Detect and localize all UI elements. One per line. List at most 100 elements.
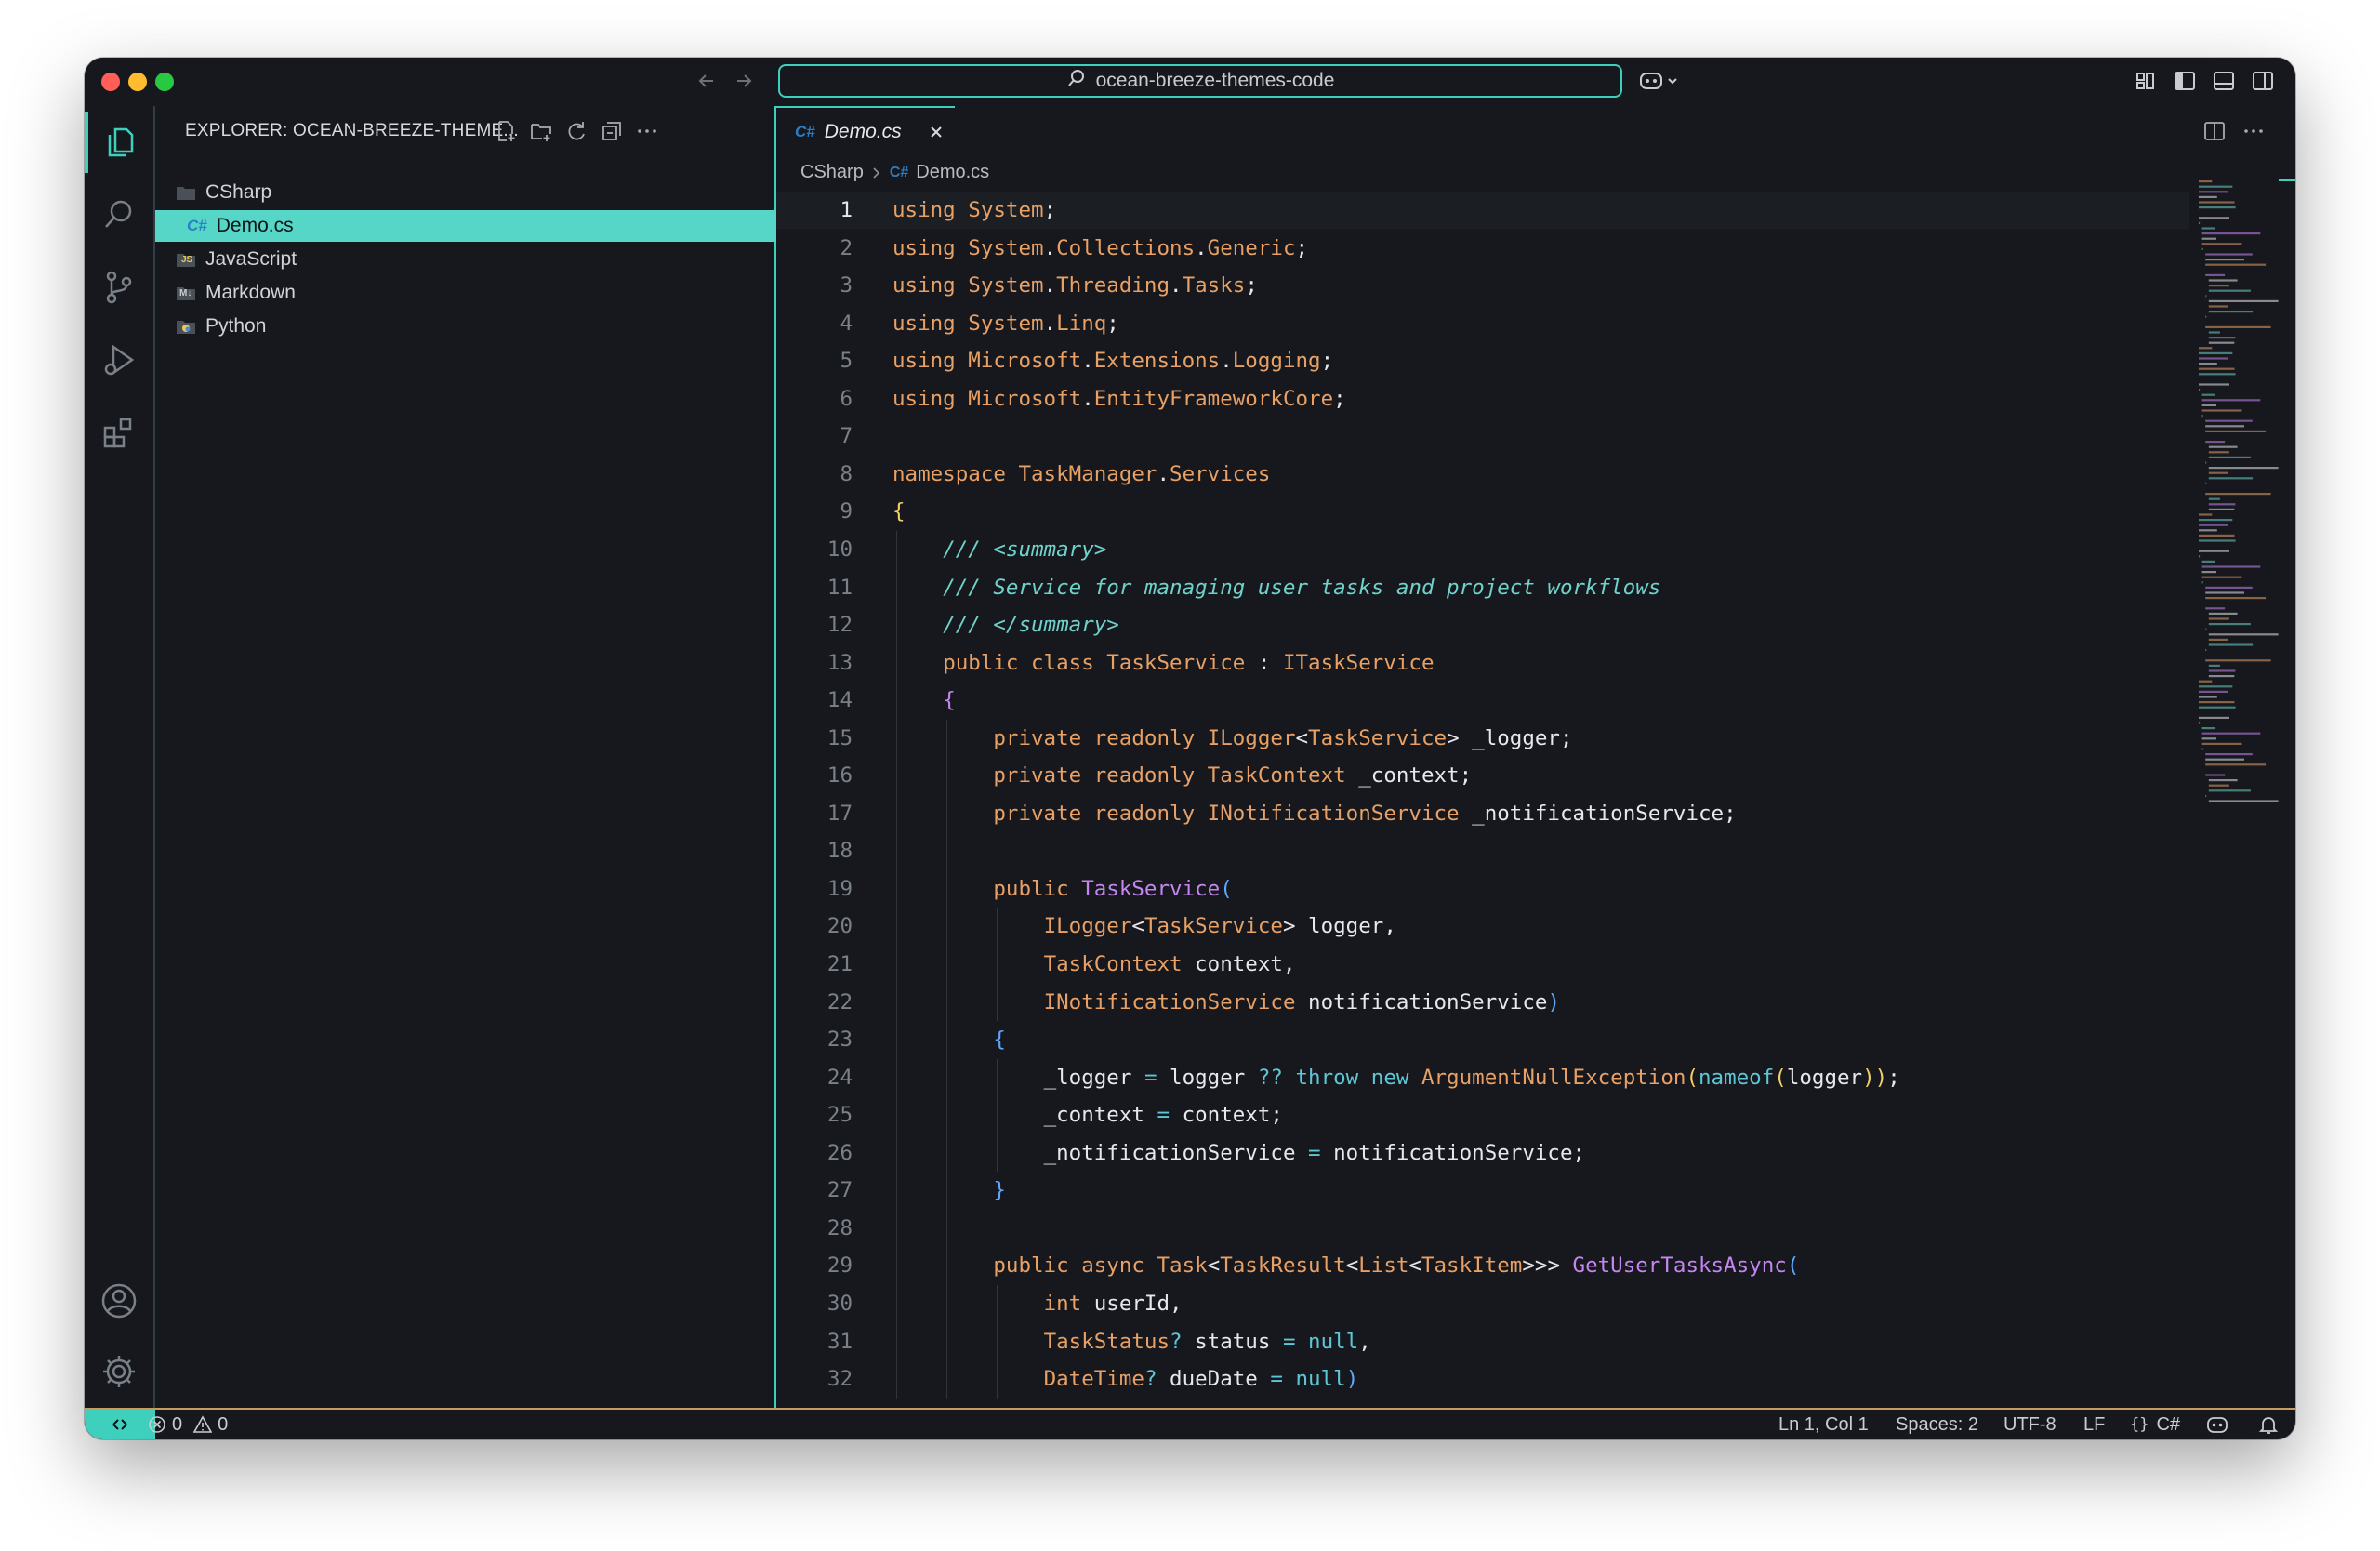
code-line[interactable]: 6 using Microsoft.EntityFrameworkCore; <box>776 380 2189 418</box>
code-line[interactable]: 22 INotificationService notificationServ… <box>776 984 2189 1021</box>
code-line[interactable]: 16 private readonly TaskContext _context… <box>776 757 2189 794</box>
minimap-line <box>2205 258 2244 261</box>
code-line[interactable]: 4 using System.Linq; <box>776 305 2189 342</box>
line-text: public class TaskService : ITaskService <box>943 650 1435 675</box>
code-line[interactable]: 29 public async Task<TaskResult<List<Tas… <box>776 1247 2189 1284</box>
close-window-button[interactable] <box>101 73 120 91</box>
command-center-search[interactable]: ocean-breeze-themes-code <box>778 64 1622 98</box>
new-folder-icon[interactable] <box>529 119 553 148</box>
back-arrow-icon[interactable] <box>694 69 719 98</box>
code-line[interactable]: 11 /// Service for managing user tasks a… <box>776 569 2189 606</box>
close-icon[interactable] <box>928 124 945 140</box>
tree-folder-javascript[interactable]: JS JavaScript <box>155 244 795 275</box>
source-control-icon[interactable] <box>85 257 153 318</box>
code-line[interactable]: 24 _logger = logger ?? throw new Argumen… <box>776 1059 2189 1096</box>
collapse-folders-icon[interactable] <box>600 119 624 148</box>
code-line[interactable]: 31 TaskStatus? status = null, <box>776 1323 2189 1360</box>
code-line[interactable]: 8 namespace TaskManager.Services <box>776 456 2189 493</box>
zoom-window-button[interactable] <box>155 73 174 91</box>
cursor-position[interactable]: Ln 1, Col 1 <box>1778 1410 1869 1439</box>
language-mode[interactable]: {} C# <box>2130 1410 2180 1439</box>
code-line[interactable]: 12 /// </summary> <box>776 606 2189 643</box>
minimize-window-button[interactable] <box>128 73 147 91</box>
minimap-line <box>2205 753 2253 756</box>
encoding[interactable]: UTF-8 <box>2003 1410 2056 1439</box>
line-number: 32 <box>826 1367 853 1392</box>
toggle-secondary-sidebar-icon[interactable] <box>2251 69 2275 98</box>
minimap-line <box>2208 664 2220 667</box>
line-number: 30 <box>826 1291 853 1316</box>
copilot-status-icon[interactable] <box>2206 1410 2228 1439</box>
end-of-line[interactable]: LF <box>2083 1410 2105 1439</box>
minimap[interactable] <box>2195 106 2295 1408</box>
line-number: 20 <box>826 914 853 939</box>
explorer-icon[interactable] <box>85 112 153 173</box>
breadcrumb-file[interactable]: Demo.cs <box>916 162 989 183</box>
code-line[interactable]: 28 <box>776 1210 2189 1247</box>
refresh-explorer-icon[interactable] <box>564 119 588 148</box>
settings-gear-icon[interactable] <box>85 1341 153 1402</box>
customize-layout-icon[interactable] <box>2134 69 2158 98</box>
line-text: private readonly ILogger<TaskService> _l… <box>993 725 1573 750</box>
line-text: INotificationService notificationService… <box>1043 989 1560 1014</box>
line-number: 19 <box>826 876 853 901</box>
minimap-line <box>2208 497 2220 500</box>
tree-folder-markdown[interactable]: M↓ Markdown <box>155 277 795 309</box>
minimap-line <box>2199 363 2217 365</box>
problems-indicator[interactable]: 0 0 <box>148 1410 228 1439</box>
code-line[interactable]: 18 <box>776 832 2189 869</box>
code-line[interactable]: 21 TaskContext context, <box>776 946 2189 983</box>
code-line[interactable]: 15 private readonly ILogger<TaskService>… <box>776 720 2189 757</box>
account-icon[interactable] <box>85 1270 153 1332</box>
line-text: DateTime? dueDate = null) <box>1043 1367 1359 1392</box>
indentation[interactable]: Spaces: 2 <box>1896 1410 1978 1439</box>
toggle-primary-sidebar-icon[interactable] <box>2173 69 2197 98</box>
code-line[interactable]: 9{ <box>776 493 2189 530</box>
code-line[interactable]: 7 <box>776 418 2189 455</box>
code-line[interactable]: 13 public class TaskService : ITaskServi… <box>776 644 2189 682</box>
extensions-icon[interactable] <box>85 402 153 463</box>
copilot-icon[interactable] <box>1639 69 1684 98</box>
tree-folder-python[interactable]: Python <box>155 311 795 342</box>
line-number: 22 <box>826 989 853 1014</box>
breadcrumb-folder[interactable]: CSharp <box>800 162 864 183</box>
code-line[interactable]: 14 { <box>776 682 2189 719</box>
code-line[interactable]: 27 } <box>776 1172 2189 1209</box>
code-line[interactable]: 5 using Microsoft.Extensions.Logging; <box>776 342 2189 379</box>
code-line[interactable]: 30 int userId, <box>776 1285 2189 1322</box>
code-line[interactable]: 26 _notificationService = notificationSe… <box>776 1134 2189 1172</box>
new-file-icon[interactable] <box>494 119 518 148</box>
line-text: namespace TaskManager.Services <box>892 461 1271 486</box>
code-line[interactable]: 19 public TaskService( <box>776 870 2189 908</box>
code-line[interactable]: 17 private readonly INotificationService… <box>776 795 2189 832</box>
line-number: 6 <box>840 386 853 411</box>
tab-demo-cs[interactable]: C# Demo.cs <box>776 106 955 156</box>
search-icon[interactable] <box>85 184 153 245</box>
code-line[interactable]: 23 { <box>776 1021 2189 1058</box>
minimap-line <box>2199 221 2201 224</box>
minimap-line <box>2199 701 2235 704</box>
code-line[interactable]: 20 ILogger<TaskService> logger, <box>776 908 2189 945</box>
remote-indicator[interactable] <box>85 1410 155 1439</box>
notifications-bell-icon[interactable] <box>2258 1410 2279 1439</box>
code-line[interactable]: 3 using System.Threading.Tasks; <box>776 267 2189 304</box>
minimap-line <box>2208 279 2238 282</box>
code-line[interactable]: 1 using System; <box>776 192 2189 229</box>
toggle-panel-icon[interactable] <box>2212 69 2236 98</box>
code-line[interactable]: 25 _context = context; <box>776 1096 2189 1133</box>
error-icon <box>148 1415 166 1434</box>
minimap-line <box>2208 503 2236 506</box>
forward-arrow-icon[interactable] <box>732 69 756 98</box>
minimap-line <box>2208 669 2236 672</box>
minimap-line <box>2199 367 2235 370</box>
minimap-line <box>2208 633 2279 636</box>
code-line[interactable]: 10 /// <summary> <box>776 531 2189 568</box>
tree-file-demo-cs[interactable]: C# Demo.cs <box>155 210 806 242</box>
code-line[interactable]: 32 DateTime? dueDate = null) <box>776 1360 2189 1398</box>
code-line[interactable]: 2 using System.Collections.Generic; <box>776 230 2189 267</box>
tree-folder-csharp[interactable]: CSharp <box>155 177 795 208</box>
line-number: 16 <box>826 763 853 789</box>
run-debug-icon[interactable] <box>85 329 153 391</box>
more-actions-icon[interactable] <box>635 119 659 148</box>
line-number: 21 <box>826 952 853 976</box>
